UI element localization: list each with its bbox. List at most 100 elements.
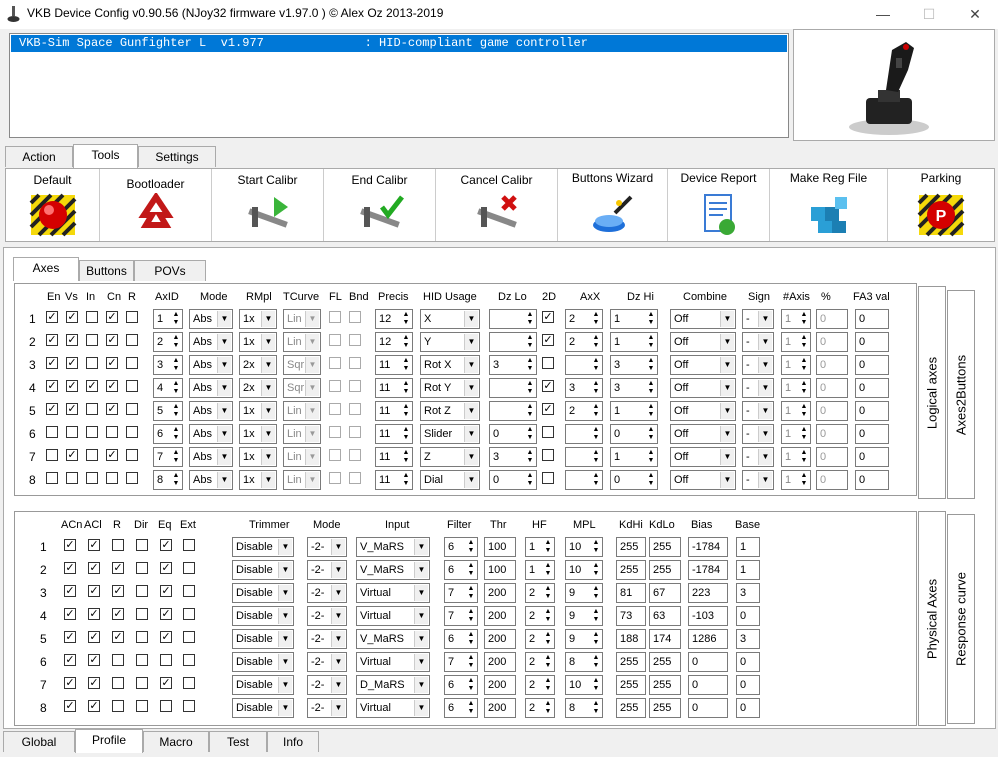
mpl-spinner[interactable]: 9 ▲ ▼: [565, 629, 603, 649]
vs-checkbox[interactable]: ✓: [66, 334, 78, 346]
fl-checkbox[interactable]: [329, 449, 341, 461]
dz-hi-spinner[interactable]: 3 ▲ ▼: [610, 355, 658, 375]
kdlo-field[interactable]: 255: [649, 537, 681, 557]
rmpl-dropdown[interactable]: 1x ▼: [239, 309, 277, 329]
base-field[interactable]: 0: [736, 698, 760, 718]
chevron-down-icon[interactable]: ▼: [720, 472, 734, 488]
en-checkbox[interactable]: ✓: [46, 334, 58, 346]
sign-dropdown[interactable]: - ▼: [742, 332, 774, 352]
chevron-down-icon[interactable]: ▼: [464, 380, 478, 396]
spin-arrows-icon[interactable]: ▲ ▼: [591, 677, 601, 693]
fl-checkbox[interactable]: [329, 357, 341, 369]
spin-arrows-icon[interactable]: ▲ ▼: [646, 311, 656, 327]
fl-checkbox[interactable]: [329, 426, 341, 438]
input-dropdown[interactable]: V_MaRS ▼: [356, 560, 430, 580]
input-dropdown[interactable]: Virtual ▼: [356, 652, 430, 672]
vs-checkbox[interactable]: [66, 426, 78, 438]
mode-dropdown[interactable]: Abs ▼: [189, 424, 233, 444]
fa3-val-field[interactable]: 0: [855, 424, 889, 444]
spin-arrows-icon[interactable]: ▲ ▼: [591, 585, 601, 601]
spin-arrows-icon[interactable]: ▲ ▼: [646, 426, 656, 442]
spin-arrows-icon[interactable]: ▲ ▼: [646, 334, 656, 350]
axx-spinner[interactable]: 2 ▲ ▼: [565, 309, 603, 329]
dz-hi-spinner[interactable]: 0 ▲ ▼: [610, 470, 658, 490]
trimmer-dropdown[interactable]: Disable ▼: [232, 560, 294, 580]
dir-checkbox[interactable]: [136, 539, 148, 551]
mpl-spinner[interactable]: 9 ▲ ▼: [565, 583, 603, 603]
mode-dropdown[interactable]: Abs ▼: [189, 447, 233, 467]
hid-usage-dropdown[interactable]: Dial ▼: [420, 470, 480, 490]
num-axis-spinner[interactable]: 1 ▲ ▼: [781, 378, 811, 398]
chevron-down-icon[interactable]: ▼: [720, 311, 734, 327]
rmpl-dropdown[interactable]: 2x ▼: [239, 378, 277, 398]
bias-field[interactable]: 0: [688, 652, 728, 672]
cn-checkbox[interactable]: ✓: [106, 357, 118, 369]
axid-spinner[interactable]: 1 ▲ ▼: [153, 309, 183, 329]
spin-arrows-icon[interactable]: ▲ ▼: [591, 608, 601, 624]
dz-hi-spinner[interactable]: 1 ▲ ▼: [610, 401, 658, 421]
input-dropdown[interactable]: Virtual ▼: [356, 698, 430, 718]
tcurve-dropdown[interactable]: Sqr ▼: [283, 378, 321, 398]
dir-checkbox[interactable]: [136, 700, 148, 712]
fa3-val-field[interactable]: 0: [855, 447, 889, 467]
bnd-checkbox[interactable]: [349, 449, 361, 461]
fl-checkbox[interactable]: [329, 403, 341, 415]
r-checkbox[interactable]: [126, 311, 138, 323]
percent-field[interactable]: 0: [816, 447, 848, 467]
bnd-checkbox[interactable]: [349, 472, 361, 484]
chevron-down-icon[interactable]: ▼: [464, 357, 478, 373]
spin-arrows-icon[interactable]: ▲ ▼: [591, 357, 601, 373]
en-checkbox[interactable]: ✓: [46, 357, 58, 369]
precis-spinner[interactable]: 12 ▲ ▼: [375, 332, 413, 352]
tab-axes[interactable]: Axes: [13, 257, 79, 281]
in-checkbox[interactable]: [86, 334, 98, 346]
2d-checkbox[interactable]: ✓: [542, 380, 554, 392]
axid-spinner[interactable]: 3 ▲ ▼: [153, 355, 183, 375]
sign-dropdown[interactable]: - ▼: [742, 401, 774, 421]
axid-spinner[interactable]: 4 ▲ ▼: [153, 378, 183, 398]
hid-usage-dropdown[interactable]: Rot X ▼: [420, 355, 480, 375]
chevron-down-icon[interactable]: ▼: [331, 539, 345, 555]
chevron-down-icon[interactable]: ▼: [758, 311, 772, 327]
r-checkbox[interactable]: [126, 357, 138, 369]
chevron-down-icon[interactable]: ▼: [464, 449, 478, 465]
hf-spinner[interactable]: 1 ▲ ▼: [525, 560, 555, 580]
cn-checkbox[interactable]: [106, 426, 118, 438]
trimmer-dropdown[interactable]: Disable ▼: [232, 652, 294, 672]
acn-checkbox[interactable]: ✓: [64, 562, 76, 574]
chevron-down-icon[interactable]: ▼: [331, 585, 345, 601]
base-field[interactable]: 0: [736, 675, 760, 695]
chevron-down-icon[interactable]: ▼: [720, 426, 734, 442]
hid-usage-dropdown[interactable]: Slider ▼: [420, 424, 480, 444]
tcurve-dropdown[interactable]: Lin ▼: [283, 470, 321, 490]
chevron-down-icon[interactable]: ▼: [331, 631, 345, 647]
spin-arrows-icon[interactable]: ▲ ▼: [543, 677, 553, 693]
spin-arrows-icon[interactable]: ▲ ▼: [591, 403, 601, 419]
in-checkbox[interactable]: [86, 357, 98, 369]
sign-dropdown[interactable]: - ▼: [742, 378, 774, 398]
spin-arrows-icon[interactable]: ▲ ▼: [799, 403, 809, 419]
spin-arrows-icon[interactable]: ▲ ▼: [799, 311, 809, 327]
spin-arrows-icon[interactable]: ▲ ▼: [543, 562, 553, 578]
tab-info[interactable]: Info: [267, 731, 319, 752]
dz-lo-spinner[interactable]: ▲ ▼: [489, 332, 537, 352]
dir-checkbox[interactable]: [136, 631, 148, 643]
chevron-down-icon[interactable]: ▼: [414, 654, 428, 670]
en-checkbox[interactable]: [46, 449, 58, 461]
chevron-down-icon[interactable]: ▼: [305, 380, 319, 396]
combine-dropdown[interactable]: Off ▼: [670, 355, 736, 375]
acn-checkbox[interactable]: ✓: [64, 700, 76, 712]
side-tab-logical-axes[interactable]: Logical axes: [918, 286, 946, 499]
chevron-down-icon[interactable]: ▼: [305, 357, 319, 373]
rmpl-dropdown[interactable]: 1x ▼: [239, 424, 277, 444]
spin-arrows-icon[interactable]: ▲ ▼: [591, 334, 601, 350]
dz-hi-spinner[interactable]: 3 ▲ ▼: [610, 378, 658, 398]
tcurve-dropdown[interactable]: Lin ▼: [283, 447, 321, 467]
spin-arrows-icon[interactable]: ▲ ▼: [466, 539, 476, 555]
r-checkbox[interactable]: [112, 654, 124, 666]
axid-spinner[interactable]: 7 ▲ ▼: [153, 447, 183, 467]
chevron-down-icon[interactable]: ▼: [261, 449, 275, 465]
chevron-down-icon[interactable]: ▼: [261, 472, 275, 488]
chevron-down-icon[interactable]: ▼: [217, 334, 231, 350]
chevron-down-icon[interactable]: ▼: [278, 608, 292, 624]
